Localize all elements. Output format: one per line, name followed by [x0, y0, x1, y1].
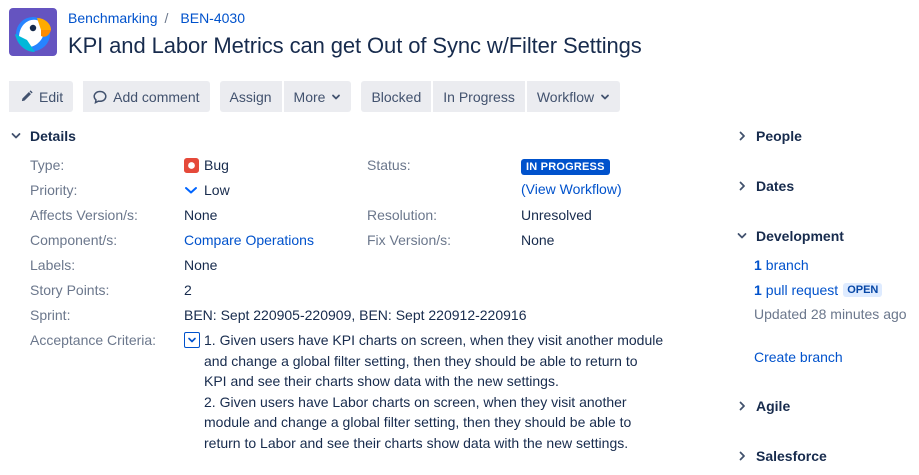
criteria-line: KPI and see their charts show data with … [204, 373, 559, 389]
branch-link[interactable]: 1 branch [754, 257, 809, 273]
sprint-value: BEN: Sept 220905-220909, BEN: Sept 22091… [184, 307, 527, 323]
breadcrumb-separator: / [164, 10, 169, 26]
speech-bubble-icon [93, 90, 107, 104]
component-link[interactable]: Compare Operations [184, 232, 314, 248]
project-avatar-icon[interactable] [9, 8, 57, 56]
status-value: IN PROGRESS [521, 157, 610, 175]
resolution-value: Unresolved [521, 207, 592, 223]
agile-section-toggle[interactable]: Agile [736, 398, 790, 414]
priority-value: Low [184, 182, 230, 198]
add-comment-button[interactable]: Add comment [83, 81, 210, 112]
chevron-down-icon [736, 230, 748, 242]
salesforce-heading: Salesforce [756, 448, 827, 464]
type-value: Bug [184, 157, 229, 173]
workflow-button[interactable]: Workflow [526, 81, 621, 112]
details-heading: Details [30, 128, 76, 144]
development-heading: Development [756, 228, 844, 244]
criteria-line: 2. Given users have Labor charts on scre… [204, 393, 627, 410]
acceptance-criteria-text: 1. Given users have KPI charts on screen… [204, 330, 664, 453]
type-label: Type: [30, 157, 65, 173]
breadcrumb: Benchmarking / BEN-4030 [68, 10, 245, 26]
resolution-label: Resolution: [367, 207, 438, 223]
create-branch-link[interactable]: Create branch [754, 349, 843, 365]
chevron-right-icon [736, 180, 748, 192]
criteria-line: 1. Given users have KPI charts on screen… [204, 332, 664, 348]
edit-button-label: Edit [39, 88, 64, 105]
pull-request-link[interactable]: 1 pull request OPEN [754, 282, 883, 298]
development-section-toggle[interactable]: Development [736, 228, 844, 244]
priority-label: Priority: [30, 182, 78, 198]
chevron-down-icon [10, 130, 22, 142]
chevron-down-icon [187, 335, 197, 345]
chevron-right-icon [736, 130, 748, 142]
more-button-label: More [293, 88, 326, 105]
chevron-down-icon [184, 183, 198, 197]
people-section-toggle[interactable]: People [736, 128, 802, 144]
story-points-value: 2 [184, 282, 192, 298]
workflow-button-label: Workflow [536, 88, 595, 105]
dates-section-toggle[interactable]: Dates [736, 178, 794, 194]
edit-button[interactable]: Edit [9, 81, 74, 112]
agile-heading: Agile [756, 398, 791, 414]
chevron-down-icon [600, 92, 610, 102]
chevron-right-icon [736, 400, 748, 412]
acceptance-criteria-label: Acceptance Criteria: [30, 332, 157, 348]
view-workflow-link[interactable]: (View Workflow) [521, 181, 622, 197]
people-heading: People [756, 128, 802, 144]
sprint-label: Sprint: [30, 307, 71, 323]
pencil-icon [19, 90, 33, 104]
fix-version-label: Fix Version/s: [367, 232, 452, 248]
chevron-down-icon [331, 92, 341, 102]
component-label: Component/s: [30, 232, 118, 248]
more-button[interactable]: More [283, 81, 352, 112]
breadcrumb-issue-link[interactable]: BEN-4030 [180, 10, 245, 26]
blocked-button[interactable]: Blocked [361, 81, 432, 112]
criteria-line: and change a global filter setting, then… [204, 352, 638, 369]
pull-request-label: pull request [765, 282, 839, 298]
pull-request-status-badge: OPEN [843, 283, 883, 297]
branch-count: 1 [754, 257, 762, 273]
dates-heading: Dates [756, 178, 795, 194]
criteria-line: module and change a global filter settin… [204, 414, 632, 430]
status-badge[interactable]: IN PROGRESS [521, 159, 610, 175]
pull-request-count: 1 [754, 282, 762, 298]
priority-value-text: Low [204, 182, 230, 198]
breadcrumb-project-link[interactable]: Benchmarking [68, 10, 158, 26]
chevron-right-icon [736, 450, 748, 462]
affects-version-label: Affects Version/s: [30, 207, 138, 223]
in-progress-button[interactable]: In Progress [433, 81, 525, 112]
branch-label: branch [765, 257, 809, 273]
salesforce-section-toggle[interactable]: Salesforce [736, 448, 827, 464]
fix-version-value: None [521, 232, 555, 248]
expand-criteria-button[interactable] [184, 332, 200, 348]
development-updated-text: Updated 28 minutes ago [754, 306, 907, 322]
labels-value: None [184, 257, 218, 273]
status-label: Status: [367, 157, 411, 173]
affects-version-value: None [184, 207, 218, 223]
labels-label: Labels: [30, 257, 76, 273]
type-value-text: Bug [204, 157, 229, 173]
bug-icon [184, 157, 199, 173]
page-title[interactable]: KPI and Labor Metrics can get Out of Syn… [68, 33, 642, 59]
add-comment-label: Add comment [113, 88, 200, 105]
details-section-toggle[interactable]: Details [10, 128, 76, 144]
issue-toolbar: Edit Add comment Assign More Blocked In … [9, 81, 630, 112]
criteria-line: return to Labor and see their charts sho… [204, 434, 629, 451]
assign-button[interactable]: Assign [219, 81, 282, 112]
story-points-label: Story Points: [30, 282, 110, 298]
